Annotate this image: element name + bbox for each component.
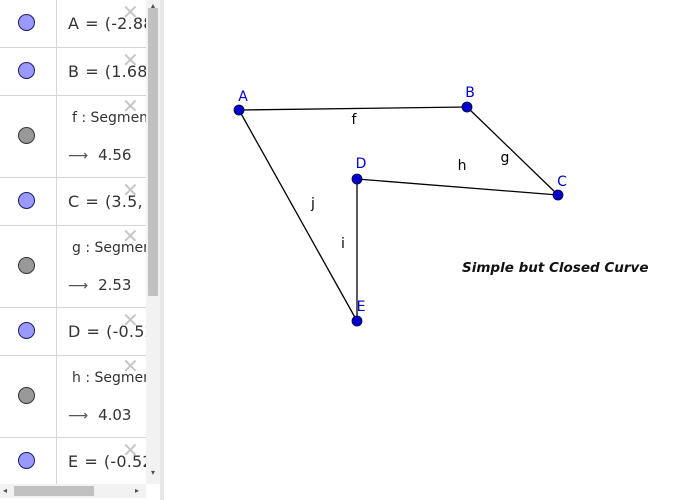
horizontal-scroll-thumb[interactable] (14, 486, 94, 496)
visibility-marble-icon[interactable] (18, 14, 35, 31)
visibility-marble-icon[interactable] (18, 127, 35, 144)
visibility-marble-icon[interactable] (18, 62, 35, 79)
delete-object-icon[interactable]: ✕ (122, 2, 139, 22)
points (233, 101, 564, 327)
visibility-toggle-cell[interactable] (0, 356, 57, 437)
algebra-row-g[interactable]: g : Segmen ⟶ 2.53 ✕ (0, 226, 146, 308)
point-c[interactable] (552, 189, 564, 201)
visibility-marble-icon[interactable] (18, 387, 35, 404)
segment-length-output: ⟶ 4.03 (68, 406, 131, 424)
algebra-row-d[interactable]: D=(-0.52✕ (0, 308, 146, 356)
segment-labels: f g h i j (310, 112, 509, 252)
equals-sign: = (85, 192, 99, 211)
delete-object-icon[interactable]: ✕ (122, 50, 139, 70)
segment-f[interactable] (238, 106, 468, 111)
algebra-row-f[interactable]: f : Segmen ⟶ 4.56 ✕ (0, 96, 146, 178)
segment-label-h[interactable]: h (458, 158, 467, 174)
point-e[interactable] (351, 315, 363, 327)
algebra-row-h[interactable]: h : Segmen ⟶ 4.03 ✕ (0, 356, 146, 438)
point-label-b[interactable]: B (465, 85, 475, 101)
delete-object-icon[interactable]: ✕ (122, 356, 139, 376)
point-labels: A B C D E (238, 85, 567, 315)
equals-sign: = (84, 452, 98, 471)
segment-length-value: 4.03 (98, 406, 132, 424)
object-name: E (68, 452, 79, 471)
output-arrow-icon: ⟶ (68, 278, 89, 294)
algebra-row-a[interactable]: A=(-2.88✕ (0, 0, 146, 48)
scroll-right-arrow-icon[interactable]: ▸ (135, 484, 139, 498)
segment-label-f[interactable]: f (352, 112, 358, 128)
scroll-left-arrow-icon[interactable]: ◂ (3, 484, 7, 498)
delete-object-icon[interactable]: ✕ (122, 96, 139, 116)
point-d[interactable] (351, 173, 363, 185)
point-label-a[interactable]: A (238, 89, 248, 105)
object-name: C (68, 192, 80, 211)
visibility-toggle-cell[interactable] (0, 178, 57, 225)
delete-object-icon[interactable]: ✕ (122, 226, 139, 246)
segment-h[interactable] (356, 178, 559, 196)
object-name: A (68, 14, 80, 33)
algebra-view: A=(-2.88✕B=(1.68✕f : Segmen⟶4.56✕C=(3.5,… (0, 0, 160, 500)
visibility-marble-icon[interactable] (18, 192, 35, 209)
visibility-toggle-cell[interactable] (0, 226, 57, 307)
delete-object-icon[interactable]: ✕ (122, 180, 139, 200)
segment-length-output: ⟶ 2.53 (68, 276, 131, 294)
caption-text[interactable]: Simple but Closed Curve (462, 260, 649, 276)
visibility-marble-icon[interactable] (18, 322, 35, 339)
point-label-e[interactable]: E (357, 299, 366, 315)
output-arrow-icon: ⟶ (68, 408, 89, 424)
visibility-toggle-cell[interactable] (0, 48, 57, 95)
visibility-toggle-cell[interactable] (0, 438, 57, 485)
algebra-row-c[interactable]: C = (3.5, ✕ (0, 178, 146, 226)
equals-sign: = (86, 322, 101, 341)
graphics-view[interactable]: f g h i j A B C D E (164, 0, 700, 500)
algebra-row-e[interactable]: E=(-0.52✕ (0, 438, 146, 486)
visibility-toggle-cell[interactable] (0, 96, 57, 177)
segment-j[interactable] (238, 109, 358, 322)
delete-object-icon[interactable]: ✕ (122, 310, 139, 330)
object-name: D (68, 322, 81, 341)
segment-length-value: 2.53 (98, 276, 132, 294)
visibility-marble-icon[interactable] (18, 257, 35, 274)
equals-sign: = (85, 14, 99, 33)
scroll-down-arrow-icon[interactable]: ▾ (147, 468, 159, 477)
equals-sign: = (85, 62, 99, 81)
point-b[interactable] (461, 101, 473, 113)
visibility-toggle-cell[interactable] (0, 308, 57, 355)
segment-length-value: 4.56 (98, 146, 132, 164)
segment-g[interactable] (466, 106, 559, 196)
visibility-toggle-cell[interactable] (0, 0, 57, 47)
segment-label-i[interactable]: i (341, 236, 345, 252)
visibility-marble-icon[interactable] (18, 452, 35, 469)
segment-length-output: ⟶ 4.56 (68, 146, 131, 164)
segment-label-g[interactable]: g (501, 150, 510, 166)
delete-object-icon[interactable]: ✕ (122, 440, 139, 460)
point-label-d[interactable]: D (356, 156, 367, 172)
algebra-row-b[interactable]: B = (1.68 ✕ (0, 48, 146, 96)
algebra-object-list: A=(-2.88✕B=(1.68✕f : Segmen⟶4.56✕C=(3.5,… (0, 0, 146, 486)
segments (238, 106, 559, 322)
output-arrow-icon: ⟶ (68, 148, 89, 164)
point-a[interactable] (233, 104, 245, 116)
vertical-scroll-thumb[interactable] (148, 8, 158, 296)
segment-label-j[interactable]: j (310, 196, 315, 212)
point-label-c[interactable]: C (557, 174, 567, 190)
object-name: B (68, 62, 80, 81)
